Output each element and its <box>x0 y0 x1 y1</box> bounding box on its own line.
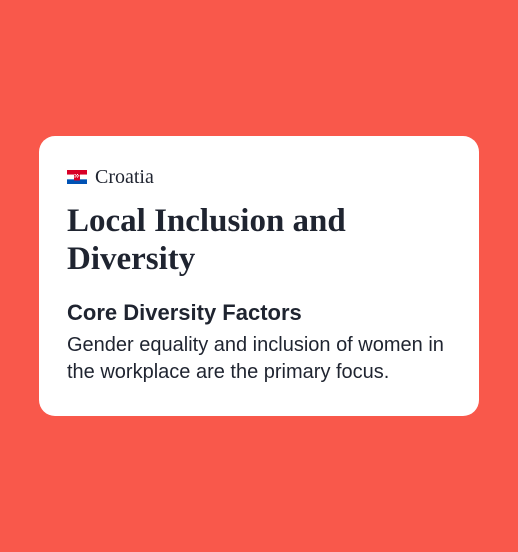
info-card: Croatia Local Inclusion and Diversity Co… <box>39 136 479 417</box>
section-body: Gender equality and inclusion of women i… <box>67 332 451 386</box>
country-row: Croatia <box>67 166 451 189</box>
section-heading: Core Diversity Factors <box>67 300 451 326</box>
page-title: Local Inclusion and Diversity <box>67 203 451 279</box>
croatia-flag-icon <box>67 170 87 184</box>
country-name: Croatia <box>95 166 154 189</box>
